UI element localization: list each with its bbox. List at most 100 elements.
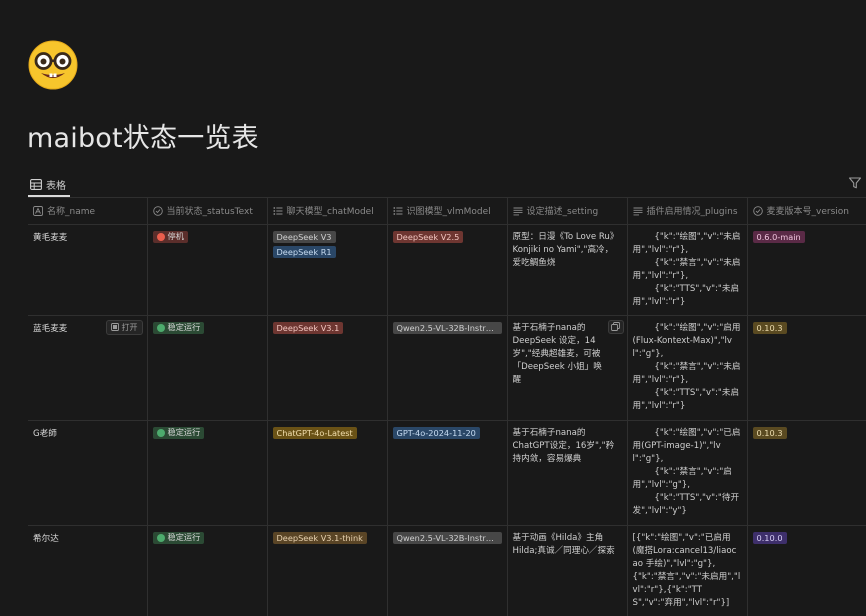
model-tag: DeepSeek V3 <box>272 230 336 243</box>
column-header[interactable]: 聊天模型_chatModel <box>267 198 388 225</box>
status-badge: 稳定运行 <box>152 426 205 439</box>
row-name: 蓝毛麦麦 <box>33 323 68 334</box>
column-header-label: 插件启用情况_plugins <box>646 207 738 218</box>
copy-icon <box>611 322 620 331</box>
cell-name[interactable]: G老師 <box>28 420 148 526</box>
row-name: 希尔达 <box>33 533 59 544</box>
cell-version[interactable]: 0.10.3 <box>747 315 866 421</box>
green-circle-icon <box>156 533 165 542</box>
multi-select-list-icon <box>392 206 402 215</box>
cell-status[interactable]: 稳定运行 <box>147 525 268 616</box>
column-header[interactable]: 当前状态_statusText <box>147 198 268 225</box>
cell-vlm-model[interactable]: Qwen2.5-VL-32B-Instruct <box>387 315 508 421</box>
model-tag: GPT-4o-2024-11-20 <box>392 426 480 439</box>
cell-version[interactable]: 0.10.0 <box>747 525 866 616</box>
filter-icon[interactable] <box>848 176 862 190</box>
text-aa-icon <box>33 205 43 216</box>
cell-plugins[interactable]: [{"k":"绘图","v":"已启用(魔搭Lora:cancel13/liao… <box>627 525 748 616</box>
open-page-icon <box>110 323 119 331</box>
nerd-face-emoji-icon <box>28 40 78 90</box>
text-lines-icon <box>513 207 522 216</box>
page-title: maibot状态一览表 <box>27 123 259 154</box>
open-row-button[interactable]: 打开 <box>105 319 143 335</box>
version-badge: 0.10.3 <box>752 321 787 334</box>
cell-chat-model[interactable]: DeepSeek V3.1-think <box>267 525 388 616</box>
cell-vlm-model[interactable]: DeepSeek V2.5 <box>387 224 508 316</box>
setting-text: 原型：日漫《To Love Ru》Konjiki no Yami","高冷，爱吃… <box>512 231 619 268</box>
database-table: 名称_name 当前状态_statusText 聊天模型_chatModel 识图模型… <box>28 198 866 616</box>
column-header[interactable]: 设定描述_setting <box>507 198 628 225</box>
text-lines-icon <box>633 207 642 216</box>
model-tag: DeepSeek V3.1-think <box>272 531 367 544</box>
model-tag: Qwen2.5-VL-32B-Instruct <box>392 321 502 334</box>
tab-table-view[interactable]: 表格 <box>30 176 66 192</box>
table-icon <box>30 178 42 190</box>
table-row[interactable]: G老師 稳定运行 ChatGPT-4o-Latest GPT-4o-2024-11-2… <box>28 420 866 526</box>
table-header-row: 名称_name 当前状态_statusText 聊天模型_chatModel 识图模型… <box>28 198 866 225</box>
cell-chat-model[interactable]: DeepSeek V3.1 <box>267 315 388 421</box>
cell-status[interactable]: 稳定运行 <box>147 315 268 421</box>
status-badge: 稳定运行 <box>152 321 205 334</box>
row-name: G老師 <box>33 428 57 439</box>
model-tag: DeepSeek R1 <box>272 245 336 258</box>
cell-name[interactable]: 黄毛麦麦 <box>28 224 148 316</box>
plugins-text: {"k":"绘图","v":"未启用","lvl":"r"}, {"k":"禁言… <box>632 231 741 307</box>
plugins-text: [{"k":"绘图","v":"已启用(魔搭Lora:cancel13/liao… <box>632 532 741 608</box>
version-badge: 0.6.0-main <box>752 230 805 243</box>
green-circle-icon <box>156 428 165 437</box>
copy-button[interactable] <box>607 319 624 334</box>
column-header-label: 麦麦版本号_version <box>766 207 849 218</box>
status-text: 停机 <box>167 231 184 241</box>
table-row[interactable]: 黄毛麦麦 停机 DeepSeek V3 DeepSeek R1 DeepSeek V2.… <box>28 224 866 316</box>
cell-chat-model[interactable]: DeepSeek V3 DeepSeek R1 <box>267 224 388 316</box>
column-header-label: 设定描述_setting <box>526 207 599 218</box>
cell-setting[interactable]: 基于石楠子nana的DeepSeek 设定，14岁","经典超雄麦，可被「Dee… <box>507 315 628 421</box>
plugins-text: {"k":"绘图","v":"已启用(GPT-image-1)","lvl":"… <box>632 427 741 516</box>
column-header[interactable]: 插件启用情况_plugins <box>627 198 748 225</box>
row-name: 黄毛麦麦 <box>33 232 68 243</box>
cell-version[interactable]: 0.10.3 <box>747 420 866 526</box>
model-tag: Qwen2.5-VL-32B-Instruct <box>392 531 502 544</box>
cell-setting[interactable]: 基于动画《Hilda》主角Hilda;真诚／同理心／探索 <box>507 525 628 616</box>
cell-plugins[interactable]: {"k":"绘图","v":"已启用(GPT-image-1)","lvl":"… <box>627 420 748 526</box>
setting-text: 基于石楠子nana的DeepSeek 设定，14岁","经典超雄麦，可被「Dee… <box>512 322 602 385</box>
cell-status[interactable]: 停机 <box>147 224 268 316</box>
column-header[interactable]: 识图模型_vlmModel <box>387 198 508 225</box>
cell-chat-model[interactable]: ChatGPT-4o-Latest <box>267 420 388 526</box>
column-header-label: 识图模型_vlmModel <box>406 207 491 218</box>
column-header[interactable]: 名称_name <box>28 198 148 225</box>
model-tag: DeepSeek V3.1 <box>272 321 344 334</box>
table-row[interactable]: 蓝毛麦麦 打开 稳定运行 DeepSeek V3.1 Qwen2.5-VL-32B-In… <box>28 315 866 421</box>
cell-status[interactable]: 稳定运行 <box>147 420 268 526</box>
status-text: 稳定运行 <box>167 427 201 437</box>
table-row[interactable]: 希尔达 稳定运行 DeepSeek V3.1-think Qwen2.5-VL-32B… <box>28 525 866 616</box>
cell-name[interactable]: 蓝毛麦麦 打开 <box>28 315 148 421</box>
tab-table-label: 表格 <box>46 180 66 192</box>
multi-select-list-icon <box>272 206 282 215</box>
column-header-label: 当前状态_statusText <box>166 207 253 218</box>
status-text: 稳定运行 <box>167 532 201 542</box>
cell-vlm-model[interactable]: Qwen2.5-VL-32B-Instruct <box>387 525 508 616</box>
model-tag: DeepSeek V2.5 <box>392 230 464 243</box>
column-header[interactable]: 麦麦版本号_version <box>747 198 866 225</box>
cell-plugins[interactable]: {"k":"绘图","v":"未启用","lvl":"r"}, {"k":"禁言… <box>627 224 748 316</box>
cell-plugins[interactable]: {"k":"绘图","v":"启用(Flux-Kontext-Max)","lv… <box>627 315 748 421</box>
column-header-label: 聊天模型_chatModel <box>286 207 374 218</box>
cell-setting[interactable]: 原型：日漫《To Love Ru》Konjiki no Yami","高冷，爱吃… <box>507 224 628 316</box>
red-circle-icon <box>156 232 165 241</box>
cell-name[interactable]: 希尔达 <box>28 525 148 616</box>
status-circle-check-icon <box>152 205 163 216</box>
open-row-label: 打开 <box>121 322 138 332</box>
version-badge: 0.10.3 <box>752 426 787 439</box>
version-badge: 0.10.0 <box>752 531 787 544</box>
table-body: 黄毛麦麦 停机 DeepSeek V3 DeepSeek R1 DeepSeek V2.… <box>28 224 866 616</box>
column-header-label: 名称_name <box>47 207 96 218</box>
setting-text: 基于动画《Hilda》主角Hilda;真诚／同理心／探索 <box>512 532 615 556</box>
green-circle-icon <box>156 323 165 332</box>
cell-version[interactable]: 0.6.0-main <box>747 224 866 316</box>
setting-text: 基于石楠子nana的ChatGPT设定，16岁","矜持内敛，容易爆典 <box>512 427 615 464</box>
cell-vlm-model[interactable]: GPT-4o-2024-11-20 <box>387 420 508 526</box>
cell-setting[interactable]: 基于石楠子nana的ChatGPT设定，16岁","矜持内敛，容易爆典 <box>507 420 628 526</box>
status-badge: 停机 <box>152 230 188 243</box>
status-text: 稳定运行 <box>167 322 201 332</box>
